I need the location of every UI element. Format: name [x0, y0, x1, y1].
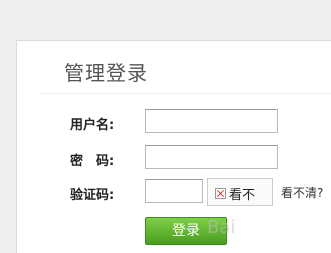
login-page: 管理登录 用户名: 密 码: 验证码: 看不 看不清? 登录 Bai: [0, 0, 331, 253]
captcha-image[interactable]: 看不: [207, 178, 273, 206]
username-label: 用户名:: [70, 118, 115, 133]
captcha-label: 验证码:: [70, 188, 115, 203]
refresh-captcha-link[interactable]: 看不清?: [281, 184, 323, 201]
captcha-image-alt-text: 看不: [229, 188, 256, 203]
login-button[interactable]: 登录: [145, 217, 227, 245]
password-field[interactable]: [145, 145, 278, 169]
password-label: 密 码:: [70, 154, 115, 169]
page-title: 管理登录: [64, 61, 148, 85]
title-divider: [39, 93, 331, 94]
login-panel: 管理登录 用户名: 密 码: 验证码: 看不 看不清? 登录 Bai: [16, 40, 331, 253]
broken-image-icon: [215, 188, 226, 199]
username-field[interactable]: [145, 109, 278, 133]
captcha-input[interactable]: [145, 179, 203, 203]
